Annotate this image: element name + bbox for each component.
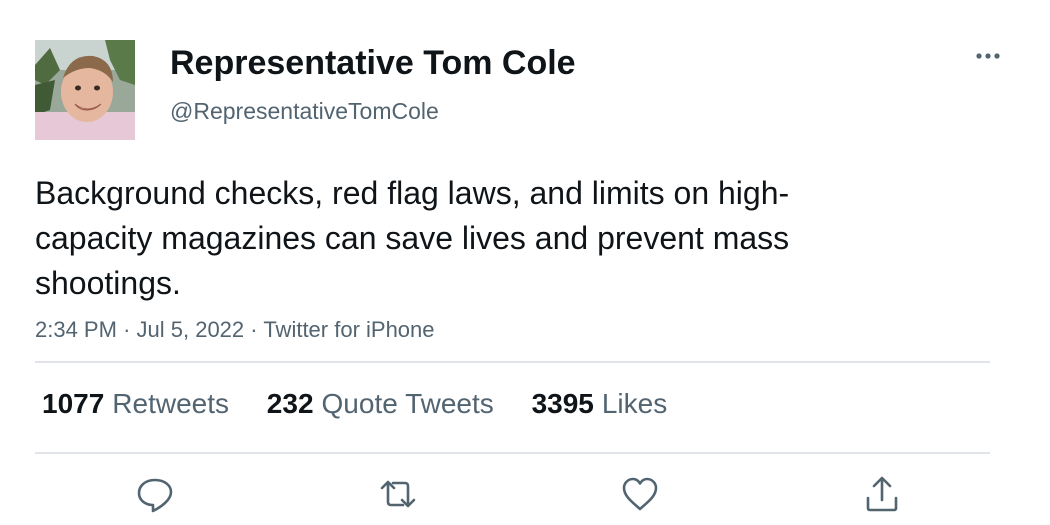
reply-icon: [137, 478, 173, 513]
tweet-metadata: 2:34 PM · Jul 5, 2022 · Twitter for iPho…: [35, 315, 435, 345]
display-name[interactable]: Representative Tom Cole: [170, 42, 576, 84]
likes-stat[interactable]: 3395 Likes: [532, 386, 668, 422]
avatar[interactable]: [35, 40, 135, 140]
reply-button[interactable]: [133, 472, 177, 516]
more-horizontal-icon: [976, 53, 1000, 59]
divider: [35, 361, 990, 363]
retweets-stat[interactable]: 1077 Retweets: [42, 386, 229, 422]
tweet-stats: 1077 Retweets 232 Quote Tweets 3395 Likes: [42, 386, 697, 422]
separator-dot: ·: [250, 317, 258, 342]
like-button[interactable]: [618, 472, 662, 516]
quote-tweets-count: 232: [266, 388, 314, 419]
likes-count: 3395: [531, 388, 594, 419]
quote-tweets-label: Quote Tweets: [321, 388, 494, 419]
retweet-icon: [380, 480, 416, 508]
heart-icon: [622, 477, 658, 511]
tweet-card: Representative Tom Cole @RepresentativeT…: [0, 0, 1050, 525]
tweet-time[interactable]: 2:34 PM: [35, 317, 117, 342]
more-options-button[interactable]: [968, 40, 1008, 72]
separator-dot: ·: [123, 317, 131, 342]
share-button[interactable]: [860, 472, 904, 516]
retweets-count: 1077: [42, 388, 105, 419]
tweet-actions: [0, 472, 1050, 516]
retweets-label: Retweets: [112, 388, 230, 419]
likes-label: Likes: [601, 388, 668, 419]
tweet-text: Background checks, red flag laws, and li…: [35, 175, 790, 301]
tweet-date[interactable]: Jul 5, 2022: [137, 317, 245, 342]
quote-tweets-stat[interactable]: 232 Quote Tweets: [267, 386, 494, 422]
tweet-source[interactable]: Twitter for iPhone: [263, 317, 434, 342]
retweet-button[interactable]: [376, 472, 420, 516]
share-icon: [866, 476, 898, 512]
profile-photo-icon: [35, 40, 135, 140]
divider: [35, 452, 990, 454]
user-handle[interactable]: @RepresentativeTomCole: [170, 96, 439, 126]
